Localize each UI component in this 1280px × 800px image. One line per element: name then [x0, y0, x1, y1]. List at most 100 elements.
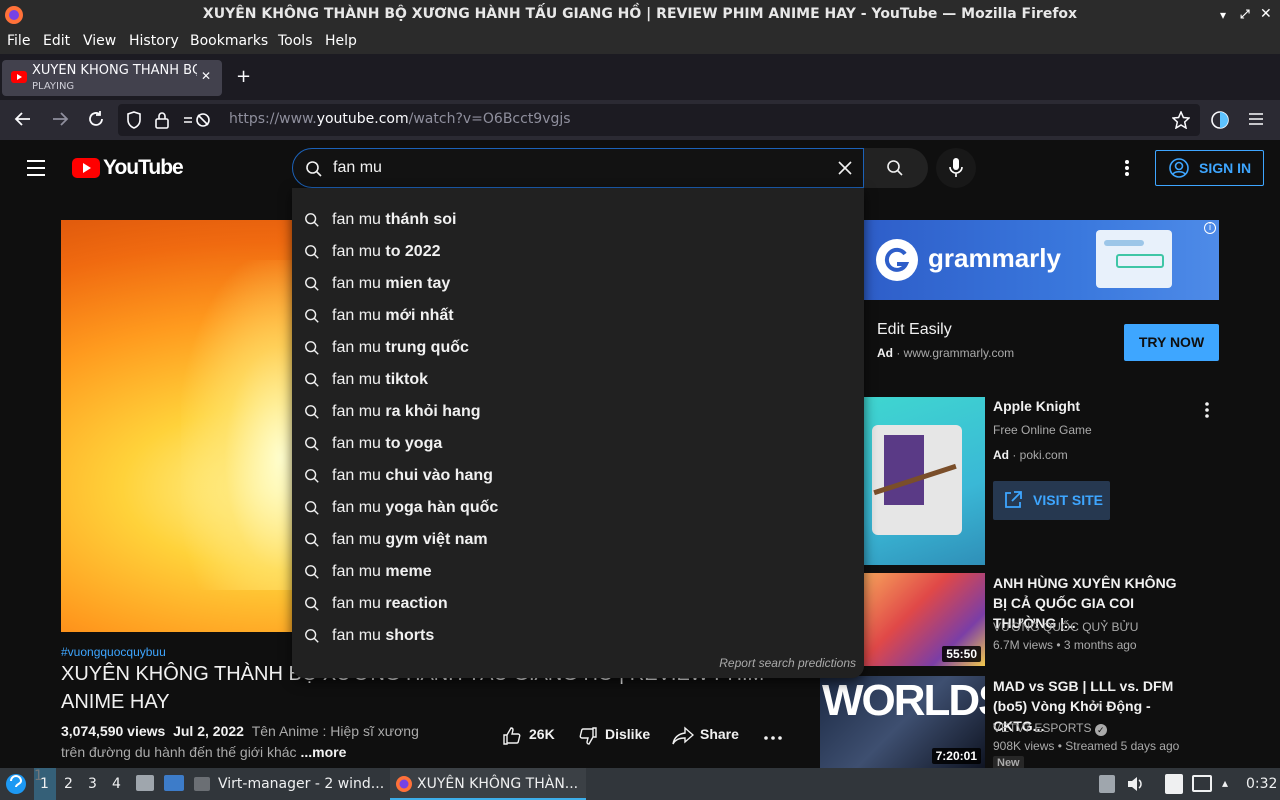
- suggestion-search-icon: [304, 212, 320, 228]
- desktop-3[interactable]: 3: [88, 776, 97, 792]
- desktop-2[interactable]: 2: [64, 776, 73, 792]
- url-text[interactable]: https://www.youtube.com/watch?v=O6Bcct9v…: [229, 111, 571, 127]
- clipboard-icon[interactable]: [1099, 775, 1115, 793]
- more-actions-icon[interactable]: [764, 736, 782, 740]
- volume-icon[interactable]: [1126, 775, 1144, 793]
- task-firefox[interactable]: XUYÊN KHÔNG THÀN...: [390, 768, 586, 800]
- apple-knight-title[interactable]: Apple Knight: [993, 398, 1080, 414]
- clock[interactable]: 0:32: [1246, 776, 1277, 792]
- url-path: /watch?v=O6Bcct9vgjs: [408, 111, 571, 127]
- search-box[interactable]: [292, 148, 864, 188]
- bookmark-star-icon[interactable]: [1172, 111, 1190, 129]
- search-suggestion[interactable]: fan mu thánh soi: [292, 204, 864, 236]
- related-thumbnail-1[interactable]: 55:50: [864, 573, 985, 666]
- menu-history[interactable]: History: [129, 33, 179, 49]
- suggestion-completion: thánh soi: [385, 211, 457, 228]
- menu-bookmarks[interactable]: Bookmarks: [190, 33, 268, 49]
- menu-view[interactable]: View: [83, 33, 116, 49]
- related-channel-2[interactable]: VETV7 ESPORTS: [993, 721, 1091, 735]
- search-suggestion[interactable]: fan mu meme: [292, 556, 864, 588]
- shield-icon[interactable]: [126, 111, 142, 129]
- extension-icon[interactable]: [1210, 110, 1230, 130]
- suggestion-search-icon: [304, 276, 320, 292]
- system-tray-expand-icon[interactable]: ▴: [1222, 776, 1228, 790]
- grammarly-logo-icon: [876, 239, 918, 281]
- report-predictions-link[interactable]: Report search predictions: [719, 656, 856, 670]
- search-suggestion[interactable]: fan mu to yoga: [292, 428, 864, 460]
- lock-icon[interactable]: [155, 111, 169, 129]
- new-badge: New: [993, 756, 1024, 768]
- visit-site-button[interactable]: VISIT SITE: [993, 481, 1110, 520]
- related-thumbnail-2[interactable]: WORLDS 7:20:01: [820, 676, 985, 768]
- guide-menu-icon[interactable]: [27, 160, 47, 176]
- search-suggestion[interactable]: fan mu gym việt nam: [292, 524, 864, 556]
- search-button[interactable]: [864, 148, 928, 188]
- more-link[interactable]: ...more: [300, 744, 346, 760]
- maximize-icon[interactable]: ⤢: [1240, 7, 1250, 22]
- menu-tools[interactable]: Tools: [278, 33, 313, 49]
- grammarly-ad-banner[interactable]: grammarly i: [864, 220, 1219, 300]
- grammarly-ad-title[interactable]: Edit Easily: [877, 321, 952, 339]
- related-channel-1[interactable]: VƯƠNG QUỐC QUỶ BỬU: [993, 620, 1138, 634]
- search-suggestion[interactable]: fan mu mien tay: [292, 268, 864, 300]
- like-count: 26K: [529, 726, 555, 742]
- application-launcher-icon[interactable]: [5, 773, 27, 795]
- notes-icon[interactable]: [1165, 774, 1183, 794]
- search-suggestion[interactable]: fan mu yoga hàn quốc: [292, 492, 864, 524]
- minimize-icon[interactable]: ▾: [1220, 8, 1226, 22]
- tab-youtube[interactable]: XUYÊN KHÔNG THÀNH BỘ PLAYING ✕: [2, 60, 222, 96]
- apple-knight-more-icon[interactable]: [1204, 401, 1210, 419]
- search-suggestion[interactable]: fan mu tiktok: [292, 364, 864, 396]
- menu-bar: File Edit View History Bookmarks Tools H…: [0, 30, 1280, 54]
- dislike-button[interactable]: Dislike: [576, 724, 656, 748]
- search-input[interactable]: [333, 158, 823, 178]
- close-window-icon[interactable]: ✕: [1260, 6, 1272, 22]
- search-suggestion[interactable]: fan mu shorts: [292, 620, 864, 652]
- desktop-show-icon[interactable]: [164, 775, 184, 791]
- permissions-icon[interactable]: [183, 112, 211, 128]
- share-button[interactable]: Share: [672, 724, 744, 748]
- video-views: 3,074,590 views Jul 2, 2022 Tên Anime : …: [61, 723, 419, 739]
- suggestion-prefix: fan mu: [332, 435, 386, 452]
- network-icon[interactable]: [1192, 775, 1212, 792]
- reload-icon[interactable]: [87, 110, 105, 128]
- task-virt-manager[interactable]: Virt-manager - 2 wind...: [192, 768, 384, 800]
- try-now-button[interactable]: TRY NOW: [1124, 324, 1219, 361]
- suggestion-completion: ra khỏi hang: [385, 403, 481, 420]
- desktop-4[interactable]: 4: [112, 776, 121, 792]
- search-suggestion[interactable]: fan mu to 2022: [292, 236, 864, 268]
- menu-help[interactable]: Help: [325, 33, 357, 49]
- suggestion-completion: to 2022: [385, 243, 441, 260]
- thumbs-down-icon: [578, 726, 598, 746]
- search-suggestion[interactable]: fan mu reaction: [292, 588, 864, 620]
- forward-icon[interactable]: [51, 110, 69, 128]
- dislike-label: Dislike: [605, 726, 651, 742]
- suggestion-prefix: fan mu: [332, 563, 386, 580]
- tab-close-icon[interactable]: ✕: [201, 69, 211, 83]
- file-manager-icon[interactable]: [136, 775, 154, 791]
- search-suggestion[interactable]: fan mu mới nhất: [292, 300, 864, 332]
- voice-search-button[interactable]: [936, 148, 976, 188]
- ad-info-icon[interactable]: i: [1204, 222, 1216, 234]
- menu-edit[interactable]: Edit: [43, 33, 70, 49]
- search-suggestion[interactable]: fan mu trung quốc: [292, 332, 864, 364]
- suggestion-search-icon: [304, 340, 320, 356]
- external-link-icon: [1003, 490, 1023, 510]
- suggestion-prefix: fan mu: [332, 339, 386, 356]
- grammarly-ad-meta: Ad · www.grammarly.com: [877, 346, 1015, 360]
- search-suggestion[interactable]: fan mu chui vào hang: [292, 460, 864, 492]
- apple-knight-thumbnail[interactable]: [864, 397, 985, 565]
- back-icon[interactable]: [14, 110, 32, 128]
- sign-in-button[interactable]: SIGN IN: [1155, 150, 1264, 186]
- new-tab-icon[interactable]: +: [236, 66, 251, 87]
- settings-more-icon[interactable]: [1124, 159, 1130, 177]
- video-hashtag[interactable]: #vuongquocquybuu: [61, 645, 166, 659]
- url-bar[interactable]: https://www.youtube.com/watch?v=O6Bcct9v…: [118, 104, 1200, 136]
- app-menu-icon[interactable]: [1249, 112, 1263, 126]
- search-suggestion[interactable]: fan mu ra khỏi hang: [292, 396, 864, 428]
- menu-file[interactable]: File: [7, 33, 30, 49]
- clear-search-icon[interactable]: [838, 161, 852, 175]
- url-domain: youtube.com: [316, 111, 409, 127]
- suggestion-text: fan mu to yoga: [332, 435, 442, 453]
- description-box[interactable]: trên đường du hành đến thế giới khác ...…: [61, 744, 346, 760]
